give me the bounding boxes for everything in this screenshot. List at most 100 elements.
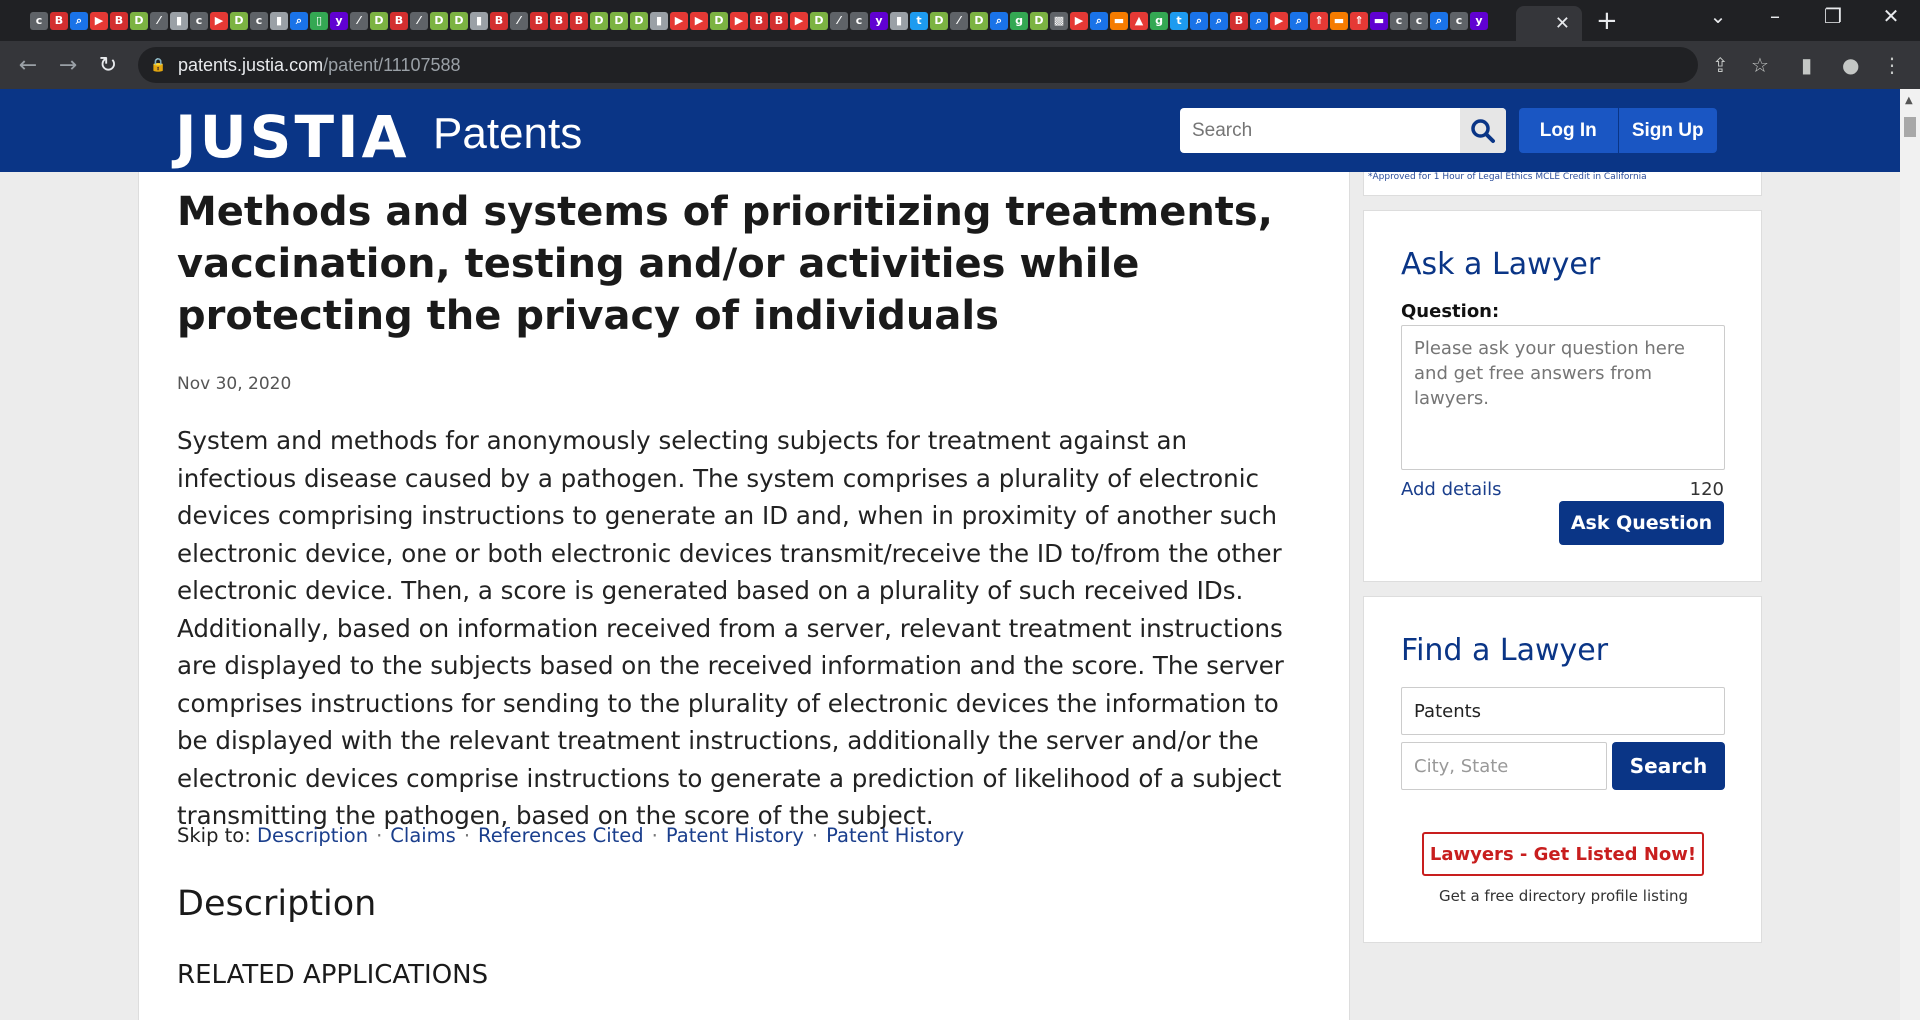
tab-favicon-icon[interactable]: ⌕	[1430, 11, 1448, 30]
reload-icon[interactable]: ↻	[88, 53, 128, 78]
tab-favicon-icon[interactable]: ⌕	[1190, 11, 1208, 30]
tab-favicon-icon[interactable]: ⁄	[950, 11, 968, 30]
tab-favicon-icon[interactable]: ⌕	[990, 11, 1008, 30]
question-textarea[interactable]	[1401, 325, 1725, 470]
share-icon[interactable]: ⇪	[1712, 53, 1729, 77]
tab-favicon-icon[interactable]: c	[250, 11, 268, 30]
tab-favicon-icon[interactable]: ▬	[1110, 11, 1128, 30]
tab-favicon-icon[interactable]: ⌕	[290, 11, 308, 30]
tab-favicon-icon[interactable]: D	[430, 11, 448, 30]
skip-link-patent-history-2[interactable]: Patent History	[826, 824, 964, 847]
tab-favicon-icon[interactable]: ▶	[690, 11, 708, 30]
tab-favicon-icon[interactable]: D	[450, 11, 468, 30]
tab-favicon-icon[interactable]: ▶	[730, 11, 748, 30]
tab-favicon-icon[interactable]: ▮	[890, 11, 908, 30]
restore-icon[interactable]: ❐	[1818, 4, 1848, 28]
tab-favicon-icon[interactable]: B	[530, 11, 548, 30]
tab-favicon-icon[interactable]: ⁄	[510, 11, 528, 30]
tab-favicon-icon[interactable]: D	[710, 11, 728, 30]
tab-favicon-icon[interactable]: ▶	[1270, 11, 1288, 30]
back-icon[interactable]: ←	[8, 53, 48, 78]
search-button[interactable]	[1460, 108, 1506, 153]
tab-favicon-icon[interactable]: B	[1230, 11, 1248, 30]
tab-favicon-icon[interactable]: ⁄	[150, 11, 168, 30]
header-search-input[interactable]	[1180, 108, 1460, 153]
tab-favicon-icon[interactable]: D	[610, 11, 628, 30]
skip-link-description[interactable]: Description	[257, 824, 368, 847]
tab-favicon-icon[interactable]: ⌕	[1250, 11, 1268, 30]
tab-favicon-icon[interactable]: g	[1010, 11, 1028, 30]
tab-favicon-icon[interactable]: c	[1390, 11, 1408, 30]
tab-favicon-icon[interactable]: t	[1170, 11, 1188, 30]
tab-favicon-icon[interactable]: D	[1030, 11, 1048, 30]
tab-favicon-icon[interactable]: ▮	[270, 11, 288, 30]
tab-favicon-icon[interactable]: B	[770, 11, 788, 30]
tab-favicon-icon[interactable]: ▬	[1330, 11, 1348, 30]
tab-favicon-icon[interactable]: B	[750, 11, 768, 30]
tab-favicon-icon[interactable]: c	[190, 11, 208, 30]
menu-icon[interactable]: ⋮	[1882, 53, 1902, 77]
new-tab-icon[interactable]: +	[1596, 6, 1618, 36]
location-field[interactable]: City, State	[1401, 742, 1607, 790]
tab-favicon-icon[interactable]: D	[930, 11, 948, 30]
tab-favicon-icon[interactable]: ▶	[790, 11, 808, 30]
tab-favicon-icon[interactable]: c	[850, 11, 868, 30]
login-button[interactable]: Log In	[1519, 108, 1618, 153]
minimize-icon[interactable]: –	[1760, 4, 1790, 28]
tab-favicon-icon[interactable]: c	[1410, 11, 1428, 30]
close-window-icon[interactable]: ✕	[1876, 4, 1906, 28]
ad-banner[interactable]: *Approved for 1 Hour of Legal Ethics MCL…	[1363, 172, 1762, 196]
tab-favicon-icon[interactable]: ▯	[310, 11, 328, 30]
tab-favicon-icon[interactable]: D	[590, 11, 608, 30]
tab-favicon-icon[interactable]: ▬	[1370, 11, 1388, 30]
find-search-button[interactable]: Search	[1612, 742, 1725, 790]
ask-question-button[interactable]: Ask Question	[1559, 501, 1724, 545]
scroll-thumb[interactable]	[1904, 117, 1916, 137]
page-scrollbar[interactable]: ▲	[1900, 89, 1920, 1020]
tab-favicon-icon[interactable]: ⇑	[1350, 11, 1368, 30]
tab-favicon-icon[interactable]: ⁄	[830, 11, 848, 30]
tab-favicon-icon[interactable]: B	[50, 11, 68, 30]
tab-favicon-icon[interactable]: B	[490, 11, 508, 30]
tab-favicon-icon[interactable]: ⁄	[410, 11, 428, 30]
skip-link-claims[interactable]: Claims	[390, 824, 456, 847]
tab-favicon-icon[interactable]: ⌕	[1290, 11, 1308, 30]
forward-icon[interactable]: →	[48, 53, 88, 78]
tab-favicon-icon[interactable]: ⁄	[350, 11, 368, 30]
tab-favicon-icon[interactable]: B	[550, 11, 568, 30]
tab-favicon-icon[interactable]: c	[1450, 11, 1468, 30]
close-tab-icon[interactable]: ✕	[1555, 13, 1570, 34]
get-listed-button[interactable]: Lawyers - Get Listed Now!	[1422, 832, 1704, 876]
bookmark-star-icon[interactable]: ☆	[1751, 53, 1769, 77]
tab-favicon-icon[interactable]: ▩	[1050, 11, 1068, 30]
tab-favicon-icon[interactable]: D	[970, 11, 988, 30]
tab-favicon-icon[interactable]: ▮	[170, 11, 188, 30]
tab-search-icon[interactable]: ⌄	[1703, 4, 1733, 28]
active-tab[interactable]: ✕	[1516, 6, 1582, 41]
profile-icon[interactable]: ●	[1842, 53, 1859, 77]
tab-favicon-icon[interactable]: t	[910, 11, 928, 30]
tab-favicon-icon[interactable]: ▮	[650, 11, 668, 30]
tab-favicon-icon[interactable]: y	[870, 11, 888, 30]
tab-favicon-icon[interactable]: y	[1470, 11, 1488, 30]
tab-favicon-icon[interactable]: ▲	[1130, 11, 1148, 30]
tab-favicon-icon[interactable]: y	[330, 11, 348, 30]
tab-favicon-icon[interactable]: ▶	[210, 11, 228, 30]
scroll-up-icon[interactable]: ▲	[1905, 95, 1913, 106]
tab-favicon-icon[interactable]: ⌕	[1090, 11, 1108, 30]
tab-favicon-icon[interactable]: D	[630, 11, 648, 30]
tab-favicon-icon[interactable]: B	[570, 11, 588, 30]
tab-favicon-icon[interactable]: g	[1150, 11, 1168, 30]
tab-favicon-icon[interactable]: ⌕	[70, 11, 88, 30]
tab-favicon-icon[interactable]: ▶	[1070, 11, 1088, 30]
tab-favicon-icon[interactable]: B	[390, 11, 408, 30]
tab-favicon-icon[interactable]: ▮	[470, 11, 488, 30]
side-panel-icon[interactable]: ▮	[1801, 53, 1812, 77]
tab-favicon-icon[interactable]: D	[810, 11, 828, 30]
add-details-link[interactable]: Add details	[1401, 479, 1502, 500]
tab-favicon-icon[interactable]: B	[110, 11, 128, 30]
tab-favicon-icon[interactable]: ⌕	[1210, 11, 1228, 30]
skip-link-patent-history[interactable]: Patent History	[666, 824, 804, 847]
address-bar[interactable]: 🔒 patents.justia.com/patent/11107588	[138, 47, 1698, 83]
tab-favicon-icon[interactable]: ⇑	[1310, 11, 1328, 30]
